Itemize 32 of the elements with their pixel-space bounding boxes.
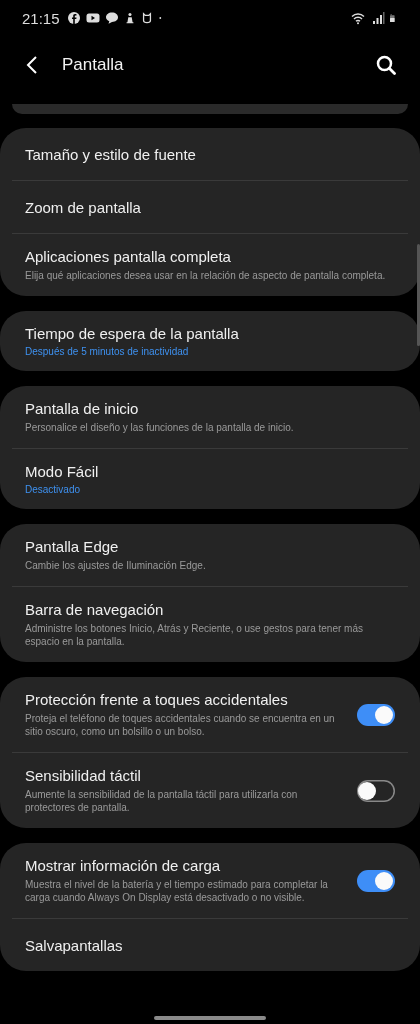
setting-description: Cambie los ajustes de Iluminación Edge. <box>25 559 206 572</box>
video-play-icon <box>85 11 100 25</box>
facebook-icon <box>66 11 81 25</box>
cat-face-icon <box>140 11 153 25</box>
setting-title[interactable]: Salvapantallas <box>25 936 123 954</box>
setting-title[interactable]: Aplicaciones pantalla completa <box>25 248 231 265</box>
setting-description: Proteja el teléfono de toques accidentales cuando se encuentra en un sitio oscuro, como un bolsillo o un bolso. <box>25 712 336 738</box>
setting-description: Aumente la sensibilidad de la pantalla táctil para utilizarla con protectores de pantalla. <box>25 788 299 814</box>
setting-title[interactable]: Tiempo de espera de la pantalla <box>25 325 239 342</box>
setting-description: Administre los botones Inicio, Atrás y Reciente, o use gestos para tener más espacio en la pantalla. <box>25 622 364 648</box>
setting-value: Desactivado <box>25 484 81 495</box>
setting-title[interactable]: Sensibilidad táctil <box>25 767 141 784</box>
setting-description: Muestra el nivel de la batería y el tiempo estimado para completar la carga cuando Always On Display está desactivado o no visible. <box>25 878 329 904</box>
setting-title[interactable]: Pantalla de inicio <box>25 400 139 417</box>
setting-value: Después de 5 minutos de inactividad <box>25 346 189 357</box>
chat-bubble-icon <box>104 11 119 25</box>
setting-title[interactable]: Pantalla Edge <box>25 538 119 555</box>
setting-title[interactable]: Barra de navegación <box>25 601 164 618</box>
setting-title[interactable]: Modo Fácil <box>25 463 99 480</box>
setting-description: Elija qué aplicaciones desea usar en la relación de aspecto de pantalla completa. <box>25 269 386 282</box>
setting-title[interactable]: Zoom de pantalla <box>25 198 141 216</box>
page-title: Pantalla <box>62 55 125 75</box>
setting-title[interactable]: Mostrar información de carga <box>25 857 221 874</box>
signal-icon <box>371 11 385 25</box>
toggle-switch[interactable] <box>357 779 395 802</box>
setting-description: Personalice el diseño y las funciones de la pantalla de inicio. <box>25 421 294 434</box>
setting-title[interactable]: Tamaño y estilo de fuente <box>25 145 196 163</box>
toggle-switch[interactable] <box>357 869 395 892</box>
wifi-icon <box>350 11 366 25</box>
toggle-switch[interactable] <box>357 703 395 726</box>
setting-title[interactable]: Protección frente a toques accidentales <box>25 691 288 708</box>
status-time: 21:15 <box>22 9 60 27</box>
